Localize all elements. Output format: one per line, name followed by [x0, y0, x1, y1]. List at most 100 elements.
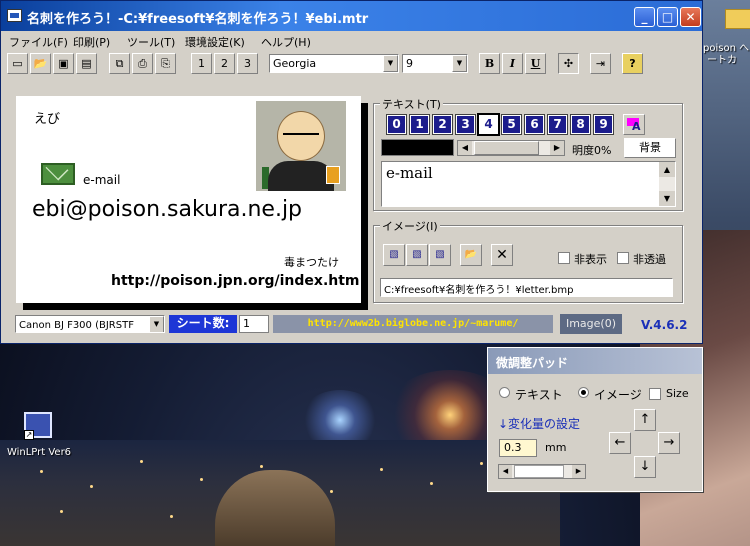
card-nickname[interactable]: 毒まつたけ	[284, 254, 339, 270]
menu-settings[interactable]: 環境設定(K)	[185, 34, 245, 50]
text-slot-4[interactable]: 4	[477, 113, 500, 136]
arrow-left-button[interactable]: ←	[609, 432, 631, 454]
sheet-count-input[interactable]: 1	[239, 315, 269, 333]
hide-checkbox[interactable]	[558, 252, 570, 264]
text-content-field[interactable]: e-mail	[381, 161, 676, 207]
printer-value: Canon BJ F300 (BJRSTF	[19, 320, 134, 331]
text-slot-3[interactable]: 3	[455, 114, 476, 135]
toolbar: ▭ 📂 ▣ ▤ ⧉ ⎙ ⎘ 1 2 3 Georgia ▼ 9 ▼ B I U …	[1, 51, 702, 77]
desktop-icon-poison[interactable]: poison へ ートカ	[703, 5, 750, 66]
italic-button[interactable]: I	[502, 53, 523, 74]
font-select[interactable]: Georgia ▼	[269, 54, 399, 73]
chevron-left-icon[interactable]: ◀	[458, 141, 472, 155]
app-icon	[7, 9, 22, 22]
change-amount-slider[interactable]: ◀ ▶	[498, 464, 586, 479]
text-slot-1[interactable]: 1	[409, 114, 430, 135]
pad-title[interactable]: 微調整パッド	[488, 348, 702, 374]
scroll-up-icon[interactable]: ▲	[659, 162, 675, 177]
maximize-button[interactable]: □	[657, 7, 678, 27]
opaque-checkbox[interactable]	[617, 252, 629, 264]
exit-icon[interactable]: ⇥	[590, 53, 611, 74]
text-slot-9[interactable]: 9	[593, 114, 614, 135]
image-button[interactable]: Image(0)	[560, 314, 622, 334]
window-title: 名刺を作ろう！-C:¥freesoft¥名刺を作ろう！¥ebi.mtr	[27, 12, 369, 27]
radio-image-label: イメージ	[594, 388, 642, 402]
brightness-value: 明度0%	[572, 144, 612, 157]
card-name[interactable]: えび	[34, 108, 60, 127]
desktop-icon-winlprt[interactable]: ↗ WinLPrt Ver6	[4, 410, 74, 460]
image-path-field[interactable]: C:¥freesoft¥名刺を作ろう！¥letter.bmp	[380, 278, 673, 297]
text-slot-6[interactable]: 6	[524, 114, 545, 135]
sheet-count-label: シート数:	[169, 315, 237, 333]
hide-label: 非表示	[574, 253, 607, 266]
save-icon[interactable]: ▤	[76, 53, 97, 74]
text-color-icon[interactable]: A	[623, 114, 645, 135]
brightness-slider[interactable]: ◀ ▶	[457, 140, 565, 156]
image-tool-2-icon[interactable]: ▧	[406, 244, 428, 266]
desktop-icon-sublabel: ートカ	[707, 55, 737, 66]
underline-button[interactable]: U	[525, 53, 546, 74]
textarea-scrollbar[interactable]: ▲ ▼	[659, 162, 675, 206]
slider-thumb[interactable]	[514, 465, 564, 478]
envelope-icon[interactable]	[41, 163, 75, 185]
text-slot-8[interactable]: 8	[570, 114, 591, 135]
help-icon[interactable]: ?	[622, 53, 643, 74]
text-slot-7[interactable]: 7	[547, 114, 568, 135]
chevron-down-icon[interactable]: ▼	[452, 55, 467, 72]
move-icon[interactable]: ✣	[558, 53, 579, 74]
radio-image[interactable]	[578, 387, 589, 398]
size-checkbox[interactable]	[649, 388, 661, 400]
radio-dot	[581, 390, 586, 395]
print-icon[interactable]: ⎙	[132, 53, 153, 74]
background-button[interactable]: 背景	[624, 138, 676, 158]
chevron-right-icon[interactable]: ▶	[550, 141, 564, 155]
chevron-down-icon[interactable]: ▼	[149, 316, 164, 332]
page-two-icon[interactable]: 2	[214, 53, 235, 74]
printer-select[interactable]: Canon BJ F300 (BJRSTF ▼	[15, 315, 165, 333]
text-slot-5[interactable]: 5	[501, 114, 522, 135]
scroll-down-icon[interactable]: ▼	[659, 191, 675, 206]
bold-button[interactable]: B	[479, 53, 500, 74]
menu-file[interactable]: ファイル(F)	[9, 34, 68, 50]
arrow-up-button[interactable]: ↑	[634, 409, 656, 431]
save-as-icon[interactable]: ▣	[53, 53, 74, 74]
slider-thumb[interactable]	[474, 141, 539, 155]
new-file-icon[interactable]: ▭	[7, 53, 28, 74]
letter-a-glyph: A	[632, 120, 641, 133]
page-one-icon[interactable]: 1	[191, 53, 212, 74]
arrow-down-button[interactable]: ↓	[634, 456, 656, 478]
image-tool-3-icon[interactable]: ▧	[429, 244, 451, 266]
text-color-swatch[interactable]	[381, 139, 454, 156]
delete-image-icon[interactable]: ✕	[491, 244, 513, 266]
arrow-right-button[interactable]: →	[658, 432, 680, 454]
print-multi-icon[interactable]: ⎘	[155, 53, 176, 74]
menu-tools[interactable]: ツール(T)	[127, 34, 175, 50]
font-size-value: 9	[406, 57, 413, 70]
card-url[interactable]: http://poison.jpn.org/index.htm	[111, 273, 360, 289]
font-size-select[interactable]: 9 ▼	[402, 54, 468, 73]
menu-print[interactable]: 印刷(P)	[73, 34, 110, 50]
folder-icon	[725, 9, 750, 29]
open-image-icon[interactable]: 📂	[460, 244, 482, 266]
close-button[interactable]: ✕	[680, 7, 701, 27]
copy-icon[interactable]: ⧉	[109, 53, 130, 74]
image-tool-1-icon[interactable]: ▧	[383, 244, 405, 266]
avatar-image[interactable]	[256, 101, 346, 191]
text-slot-2[interactable]: 2	[432, 114, 453, 135]
open-folder-icon[interactable]: 📂	[30, 53, 51, 74]
version-label: V.4.6.2	[641, 318, 688, 332]
minimize-button[interactable]: _	[634, 7, 655, 27]
change-amount-input[interactable]: 0.3	[499, 439, 537, 457]
radio-text-label: テキスト	[515, 388, 563, 402]
title-bar[interactable]: 名刺を作ろう！-C:¥freesoft¥名刺を作ろう！¥ebi.mtr _ □ …	[1, 1, 702, 31]
page-three-icon[interactable]: 3	[237, 53, 258, 74]
chevron-left-icon[interactable]: ◀	[499, 465, 512, 478]
chevron-down-icon[interactable]: ▼	[383, 55, 398, 72]
card-email[interactable]: ebi@poison.sakura.ne.jp	[32, 197, 302, 222]
chevron-right-icon[interactable]: ▶	[572, 465, 585, 478]
card-email-label[interactable]: e-mail	[83, 173, 120, 187]
menu-help[interactable]: ヘルプ(H)	[261, 34, 311, 50]
radio-text[interactable]	[499, 387, 510, 398]
text-slot-0[interactable]: 0	[386, 114, 407, 135]
homepage-link[interactable]: http://www2b.biglobe.ne.jp/~marume/	[273, 315, 553, 333]
